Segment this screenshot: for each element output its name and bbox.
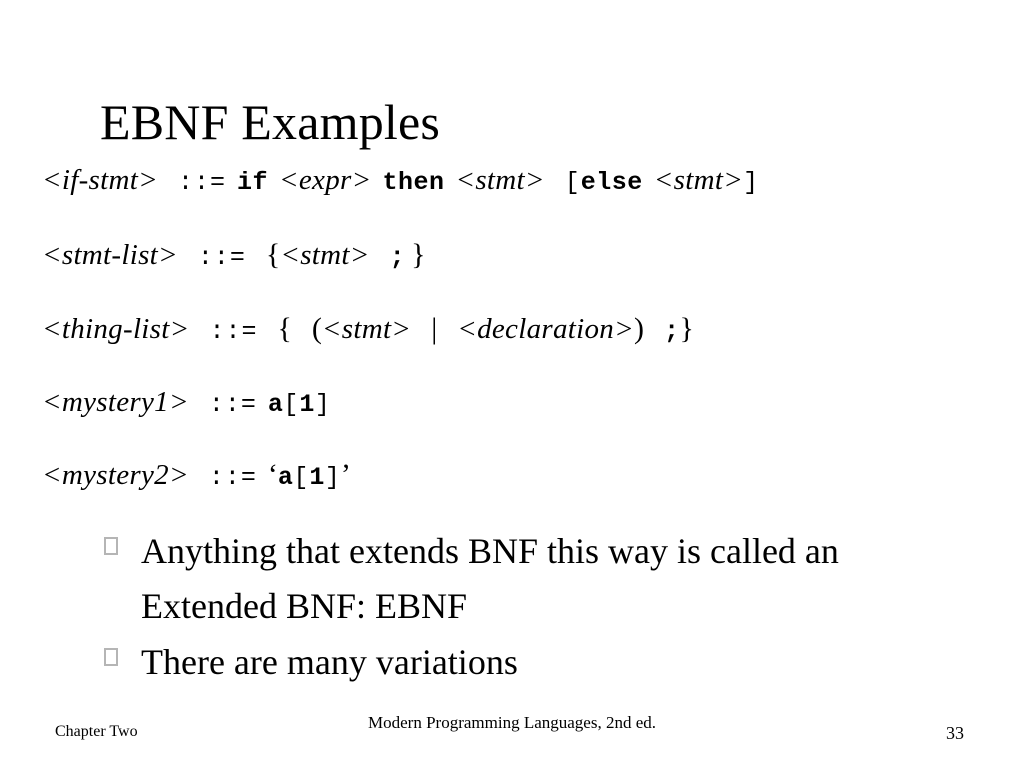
paren-close: ) xyxy=(633,312,644,345)
paren-open: ( xyxy=(311,312,322,345)
terminal-1: 1 xyxy=(309,463,325,492)
rule-operator: ::= xyxy=(209,317,258,346)
list-item: Anything that extends BNF this way is ca… xyxy=(104,524,944,633)
bracket-open: [ xyxy=(293,463,310,492)
rule-lhs-thing-list: <thing-list> xyxy=(42,313,190,345)
semicolon: ; xyxy=(389,243,406,272)
rule-operator: ::= xyxy=(197,243,246,272)
bracket-open: [ xyxy=(283,390,300,419)
brace-close: } xyxy=(411,238,426,271)
square-bullet-icon xyxy=(104,648,118,667)
footer-chapter-label: Chapter Two xyxy=(55,723,138,740)
grammar-rules-list: <if-stmt>::= if <expr> then <stmt> [else <stmt… xyxy=(42,166,982,534)
terminal-if: if xyxy=(236,168,268,197)
rule-operator: ::= xyxy=(177,168,226,197)
grammar-rule-if-stmt: <if-stmt>::= if <expr> then <stmt> [else <stmt… xyxy=(42,166,982,240)
brace-open: { xyxy=(277,312,292,345)
quote-open: ‘ xyxy=(267,458,278,491)
brace-close: } xyxy=(679,312,694,345)
terminal-1: 1 xyxy=(299,390,315,419)
footer-page-number: 33 xyxy=(946,723,964,743)
bracket-close: ] xyxy=(314,390,331,419)
list-item: There are many variations xyxy=(104,635,944,690)
terminal-then: then xyxy=(382,168,445,197)
footer-book-title: Modern Programming Languages, 2nd ed. xyxy=(368,713,656,732)
terminal-a: a xyxy=(267,390,284,419)
rule-operator: ::= xyxy=(208,463,257,492)
brace-open: { xyxy=(265,238,281,271)
bullet-list: Anything that extends BNF this way is ca… xyxy=(104,524,944,692)
alternation-pipe: | xyxy=(431,312,438,345)
terminal-else: else xyxy=(580,168,643,197)
nonterminal-expr: <expr> xyxy=(278,164,372,196)
rule-lhs-stmt-list: <stmt-list> xyxy=(42,239,178,271)
slide: EBNF Examples <if-stmt>::= if <expr> then <s… xyxy=(0,0,1024,768)
bullet-text: Anything that extends BNF this way is ca… xyxy=(141,531,839,626)
bracket-close: ] xyxy=(743,168,760,197)
nonterminal-stmt-else: <stmt> xyxy=(653,164,744,196)
semicolon: ; xyxy=(663,317,680,346)
nonterminal-stmt-then: <stmt> xyxy=(455,164,545,196)
terminal-a: a xyxy=(277,463,294,492)
grammar-rule-mystery1: <mystery1>::= a[1] xyxy=(42,388,982,460)
bracket-close: ] xyxy=(324,463,341,492)
rule-lhs-mystery1: <mystery1> xyxy=(42,386,189,418)
page-title: EBNF Examples xyxy=(100,93,441,150)
quote-close: ’ xyxy=(340,458,351,491)
bullet-text: There are many variations xyxy=(141,642,518,683)
grammar-rule-thing-list: <thing-list>::= { (<stmt> | <declaration>);} xyxy=(42,314,982,388)
rule-lhs-if-stmt: <if-stmt> xyxy=(42,164,158,196)
bracket-open: [ xyxy=(564,168,581,197)
nonterminal-declaration: <declaration> xyxy=(457,313,634,345)
grammar-rule-stmt-list: <stmt-list>::= {<stmt>;} xyxy=(42,240,982,314)
rule-operator: ::= xyxy=(208,390,257,419)
square-bullet-icon xyxy=(104,537,118,555)
nonterminal-stmt: <stmt> xyxy=(280,239,370,271)
nonterminal-stmt: <stmt> xyxy=(321,313,412,345)
rule-lhs-mystery2: <mystery2> xyxy=(42,459,189,491)
grammar-rule-mystery2: <mystery2>::= ‘a[1]’ xyxy=(42,460,982,534)
